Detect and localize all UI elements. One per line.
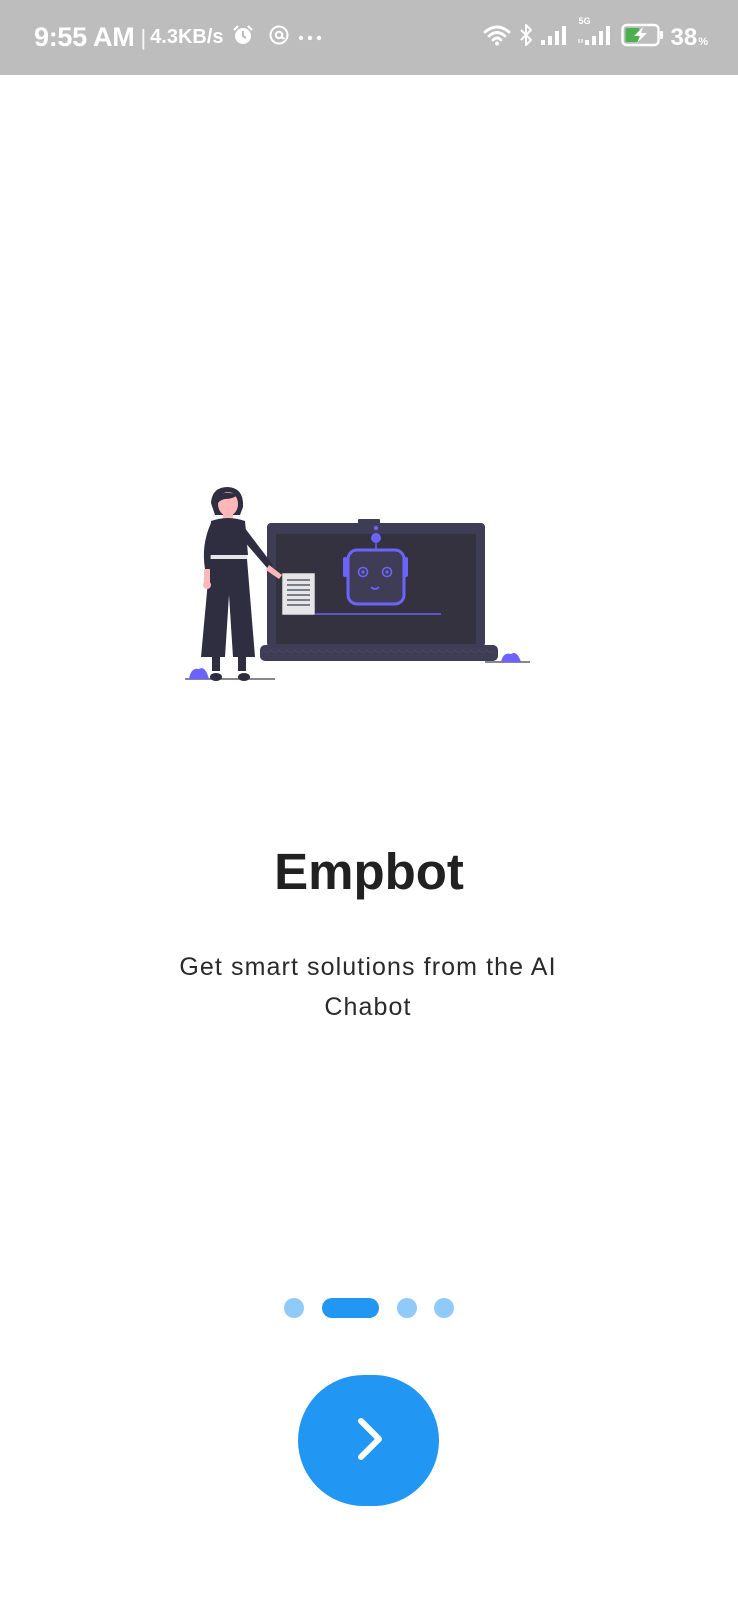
page-dot-2[interactable] [322,1298,379,1318]
battery-unit: % [698,35,708,48]
onboarding-illustration [185,485,540,700]
onboarding-subtitle: Get smart solutions from the AI Chabot [179,953,557,1021]
network-speed: 4.3KB/s [150,26,224,48]
shrub-left [189,668,209,679]
page-dot-3[interactable] [397,1298,417,1318]
battery-percent: 38 [670,23,698,51]
shrub-right [501,653,521,662]
chevron-right-icon [349,1415,389,1466]
status-bar: 9:55 AM | 4.3KB/s 5G 38 % [0,0,738,75]
page-indicator [0,1298,738,1318]
wifi-icon [483,24,511,51]
bluetooth-icon [519,23,533,52]
at-sign-icon [268,24,290,51]
document [281,572,316,616]
page-dot-4[interactable] [434,1298,454,1318]
network-type-label: 5G [578,16,591,26]
clock: 9:55 AM [34,22,135,52]
page-dot-1[interactable] [284,1298,304,1318]
alarm-icon [232,24,254,51]
onboarding-title: Empbot [274,843,464,900]
status-bar-right: 5G 38 % [475,16,708,52]
signal-5g-icon: 5G [577,16,613,50]
status-bar-left: 9:55 AM | 4.3KB/s [34,22,322,53]
status-separator: | [140,24,147,50]
more-dots-icon [298,29,322,47]
next-button[interactable] [298,1375,439,1506]
battery-charging-icon [620,23,665,52]
signal-icon [540,25,569,50]
